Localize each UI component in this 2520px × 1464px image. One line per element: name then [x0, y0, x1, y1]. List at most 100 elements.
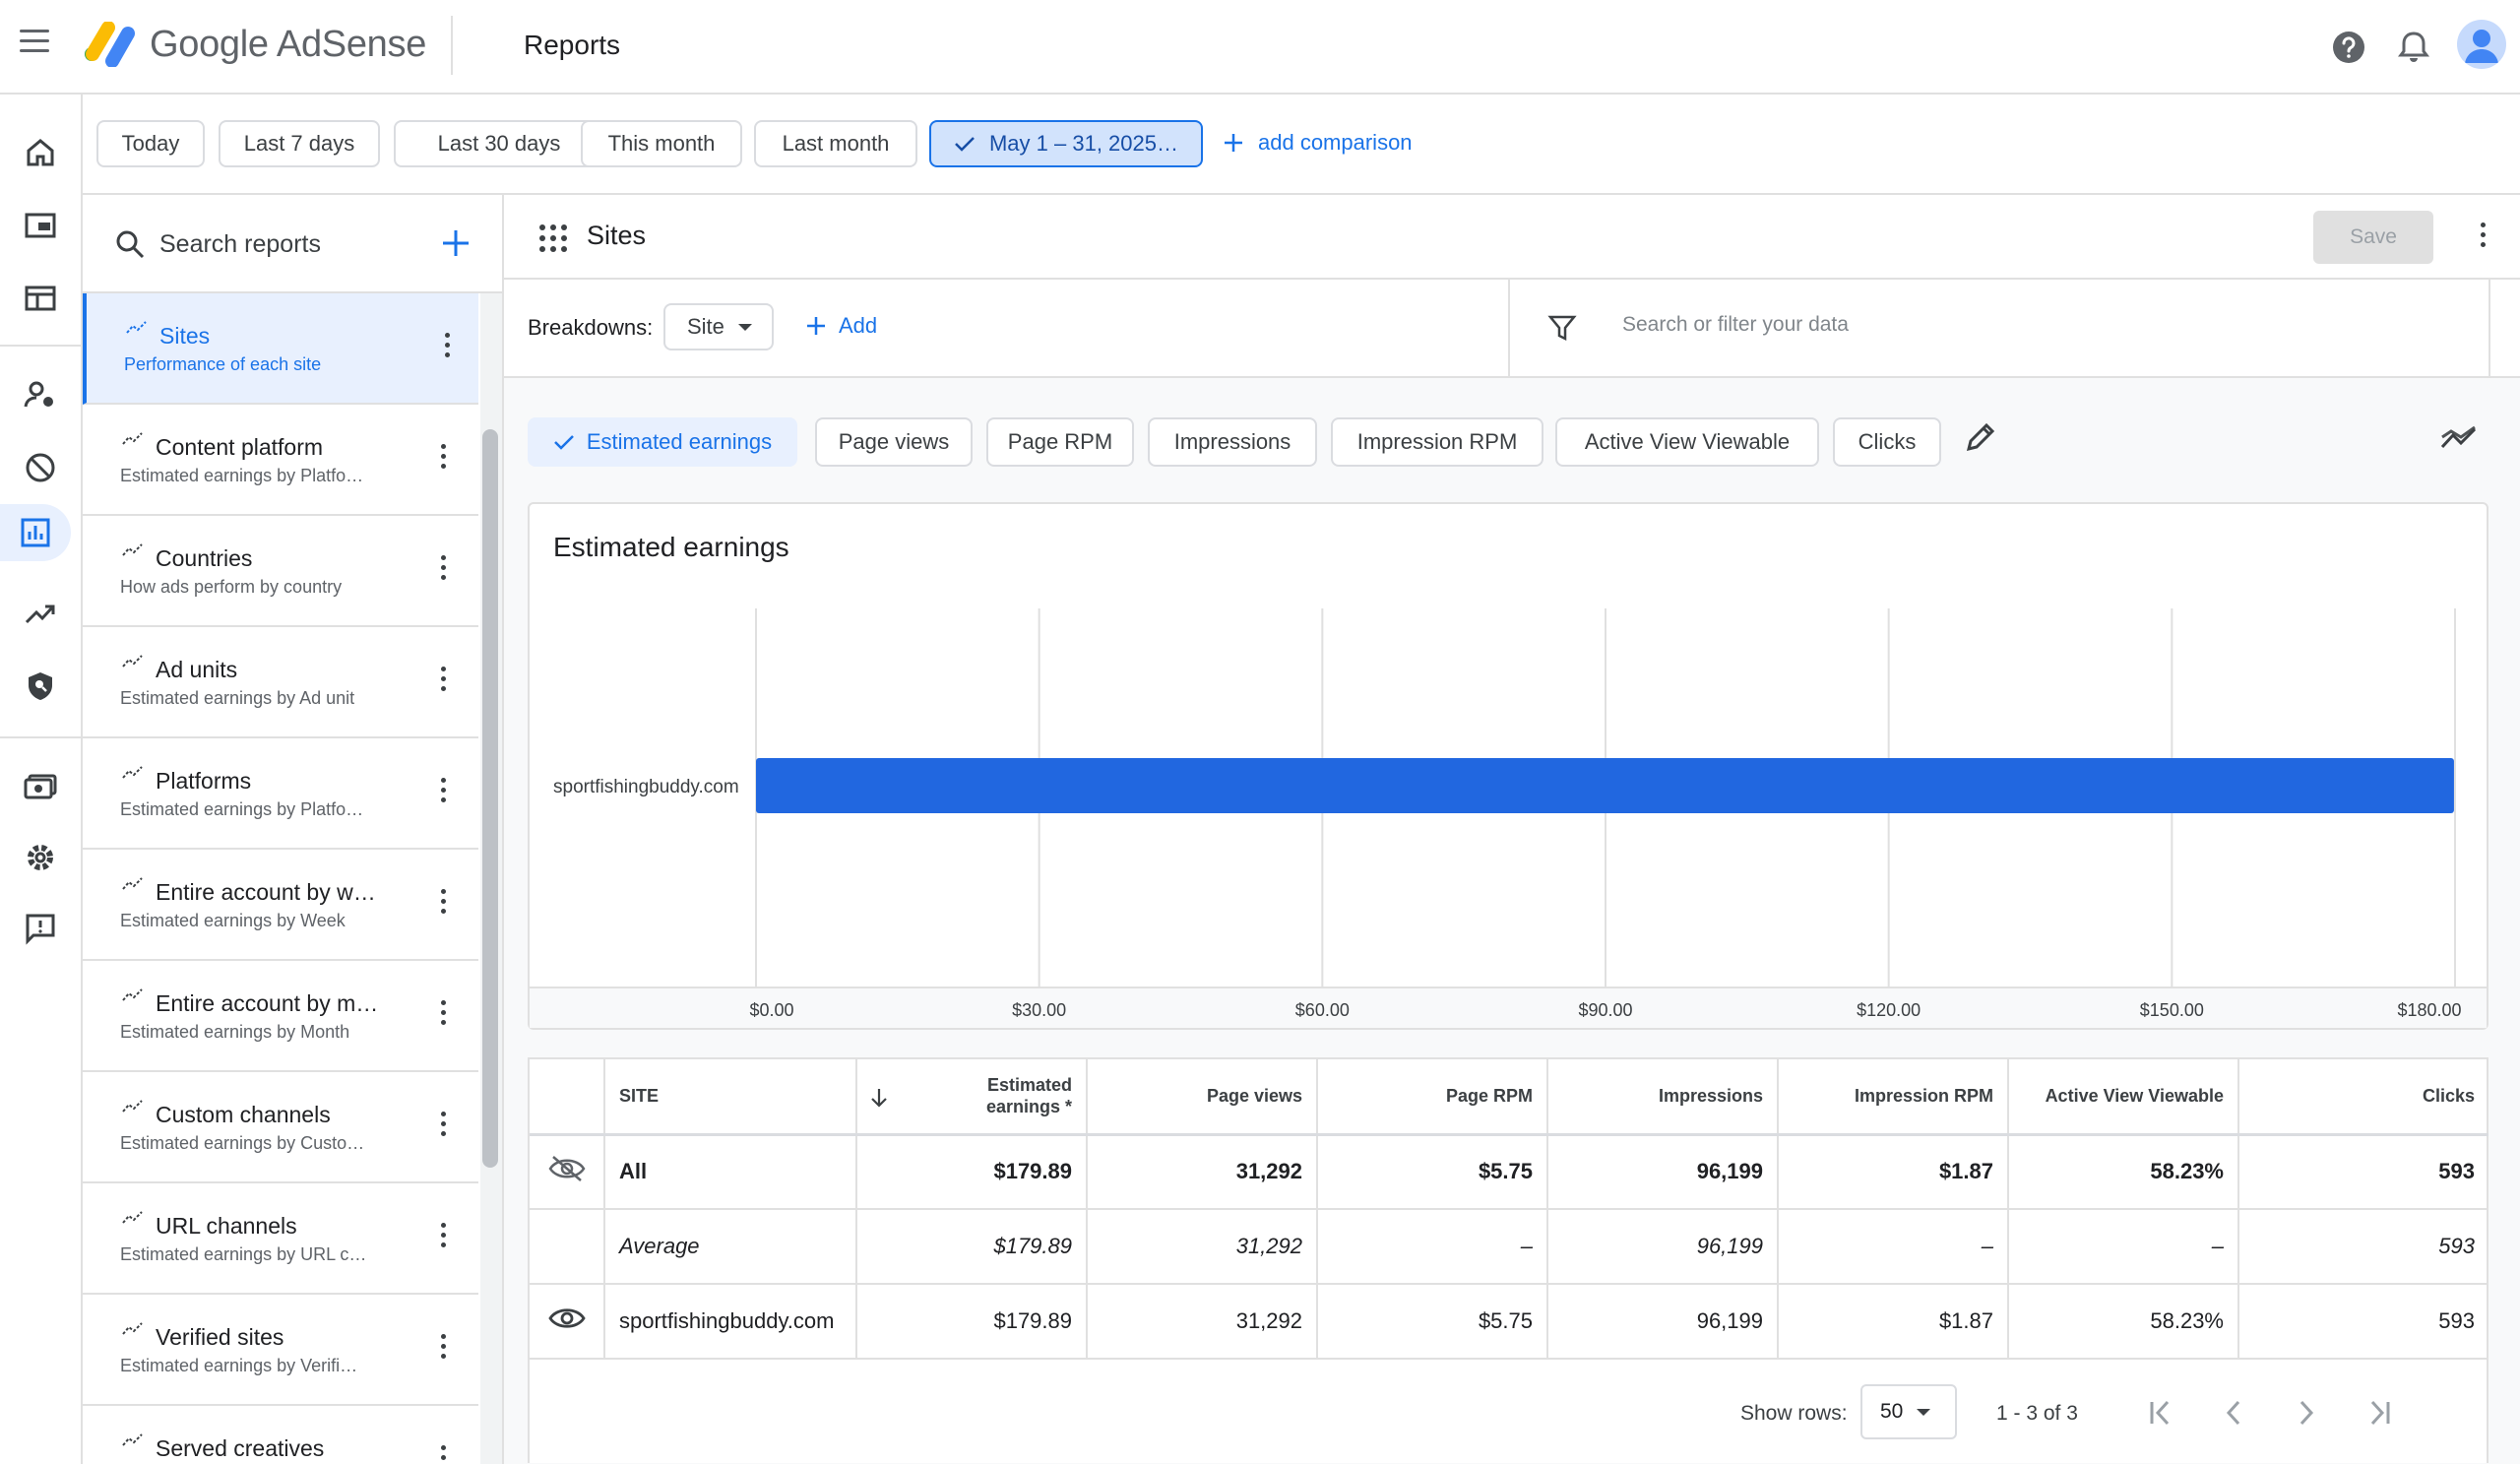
last-page-icon[interactable] [2362, 1396, 2396, 1430]
account-avatar[interactable] [2457, 20, 2506, 69]
add-comparison-button[interactable]: add comparison [1223, 130, 1413, 156]
rail-settings[interactable] [12, 829, 69, 886]
rail-sites[interactable] [12, 270, 69, 327]
metric-chip[interactable]: Active View Viewable [1555, 417, 1819, 467]
header-impression-rpm[interactable]: Impression RPM [1778, 1059, 2009, 1136]
report-item[interactable]: Platforms Estimated earnings by Platfo… [83, 738, 478, 850]
chip-this-month[interactable]: This month [581, 120, 742, 167]
row-metric-cell: $179.89 [856, 1284, 1088, 1360]
table-row[interactable]: Average $179.89 31,292–96,199– –593 [530, 1209, 2488, 1285]
rail-privacy[interactable] [12, 366, 69, 423]
rail-feedback[interactable] [12, 900, 69, 957]
table-row[interactable]: sportfishingbuddy.com $179.89 31,292 $5.75 9… [530, 1284, 2488, 1360]
header-site[interactable]: SITE [604, 1059, 857, 1136]
row-visibility-cell [530, 1209, 605, 1285]
rail-brand-safety[interactable] [12, 658, 69, 715]
report-item-title: Custom channels [156, 1102, 331, 1127]
add-breakdown-button[interactable]: Add [805, 313, 877, 339]
x-tick-label: $150.00 [2140, 1000, 2204, 1020]
table-row[interactable]: All $179.89 31,292 $5.75 96,199 $1.87 58.23% 59… [530, 1134, 2488, 1210]
header-active-view-viewable[interactable]: Active View Viewable [2008, 1059, 2239, 1136]
chip-today[interactable]: Today [96, 120, 205, 167]
header-impressions[interactable]: Impressions [1547, 1059, 1779, 1136]
chip-date-range-selected[interactable]: May 1 – 31, 2025… [929, 120, 1203, 167]
row-metric-cell: 31,292 [1087, 1284, 1318, 1360]
next-page-icon[interactable] [2290, 1396, 2323, 1430]
metric-chip-label: Impressions [1173, 429, 1292, 454]
report-item[interactable]: Content platform Estimated earnings by Pl… [83, 405, 478, 516]
rail-separator [0, 345, 83, 347]
chart-bar[interactable] [756, 758, 2454, 813]
header-clicks[interactable]: Clicks [2238, 1059, 2488, 1136]
report-item[interactable]: Sites Performance of each site [83, 293, 478, 405]
scrollbar-thumb[interactable] [482, 429, 498, 1168]
report-item-menu-icon[interactable] [433, 1000, 453, 1030]
header-page-rpm[interactable]: Page RPM [1317, 1059, 1548, 1136]
report-item-menu-icon[interactable] [433, 667, 453, 696]
report-item[interactable]: Entire account by m… Estimated earnings b… [83, 961, 478, 1072]
new-report-plus-icon[interactable] [441, 228, 471, 258]
search-reports-bar[interactable]: Search reports [83, 195, 502, 293]
metric-chip[interactable]: Clicks [1833, 417, 1941, 467]
apps-grid-icon[interactable] [539, 224, 567, 252]
report-item-title: Sites [159, 323, 211, 349]
filter-icon[interactable] [1547, 313, 1577, 343]
first-page-icon[interactable] [2144, 1396, 2177, 1430]
report-item[interactable]: Ad units Estimated earnings by Ad unit [83, 627, 478, 738]
metric-chip[interactable]: Impressions [1148, 417, 1317, 467]
rail-optimization[interactable] [12, 585, 69, 642]
report-item-title: Content platform [156, 434, 324, 460]
report-item[interactable]: Verified sites Estimated earnings by Veri… [83, 1295, 478, 1406]
report-item-menu-icon[interactable] [437, 333, 457, 362]
report-item-menu-icon[interactable] [433, 555, 453, 585]
report-item[interactable]: Served creatives [83, 1406, 478, 1464]
metric-chip[interactable]: Estimated earnings [528, 417, 797, 467]
eye-off-icon[interactable] [547, 1154, 587, 1183]
metric-chip[interactable]: Page views [815, 417, 973, 467]
report-item[interactable]: Countries How ads perform by country [83, 516, 478, 627]
menu-icon[interactable] [20, 30, 49, 53]
report-item-menu-icon[interactable] [433, 1334, 453, 1364]
rail-home[interactable] [12, 124, 69, 181]
chart-toggle-icon[interactable] [2439, 421, 2479, 457]
more-options-icon[interactable] [2473, 223, 2492, 252]
rail-ads[interactable] [12, 197, 69, 254]
filter-search-input[interactable]: Search or filter your data [1622, 313, 1849, 337]
save-button[interactable]: Save [2313, 211, 2433, 264]
header-estimated-earnings[interactable]: Estimated earnings * [856, 1059, 1088, 1136]
rail-reports[interactable] [0, 504, 71, 561]
report-item-menu-icon[interactable] [433, 1223, 453, 1252]
chip-last-month[interactable]: Last month [754, 120, 917, 167]
notifications-icon[interactable] [2394, 28, 2433, 67]
rail-blocking[interactable] [12, 439, 69, 496]
report-item-subtitle: Performance of each site [124, 354, 322, 374]
breakdown-site-select[interactable]: Site [663, 303, 774, 350]
report-item-menu-icon[interactable] [433, 1445, 453, 1464]
report-header: Sites Save [504, 195, 2520, 280]
row-metric-cell: – [1317, 1209, 1548, 1285]
metric-chip[interactable]: Impression RPM [1331, 417, 1544, 467]
metric-chip[interactable]: Page RPM [986, 417, 1134, 467]
report-item[interactable]: URL channels Estimated earnings by URL c… [83, 1183, 478, 1295]
report-item-menu-icon[interactable] [433, 889, 453, 919]
report-item-subtitle: Estimated earnings by Month [120, 1022, 350, 1042]
rail-payments[interactable] [12, 756, 69, 813]
report-item-menu-icon[interactable] [433, 1112, 453, 1141]
report-item-menu-icon[interactable] [433, 444, 453, 474]
report-item[interactable]: Custom channels Estimated earnings by Cus… [83, 1072, 478, 1183]
row-metric-cell: 31,292 [1087, 1134, 1318, 1210]
header-page-views[interactable]: Page views [1087, 1059, 1318, 1136]
report-item-menu-icon[interactable] [433, 778, 453, 807]
edit-metrics-pencil-icon[interactable] [1961, 417, 2000, 457]
row-metric-cell: $5.75 [1317, 1284, 1548, 1360]
previous-page-icon[interactable] [2217, 1396, 2250, 1430]
help-icon[interactable] [2329, 28, 2368, 67]
rows-per-page-select[interactable]: 50 [1860, 1384, 1957, 1439]
chip-last-7-days[interactable]: Last 7 days [219, 120, 380, 167]
report-item-title: Served creatives [156, 1435, 325, 1461]
eye-icon[interactable] [547, 1304, 587, 1333]
chip-last-30-days[interactable]: Last 30 days [394, 120, 604, 167]
row-visibility-cell [530, 1284, 605, 1360]
report-item[interactable]: Entire account by w… Estimated earnings b… [83, 850, 478, 961]
home-icon [27, 139, 54, 166]
